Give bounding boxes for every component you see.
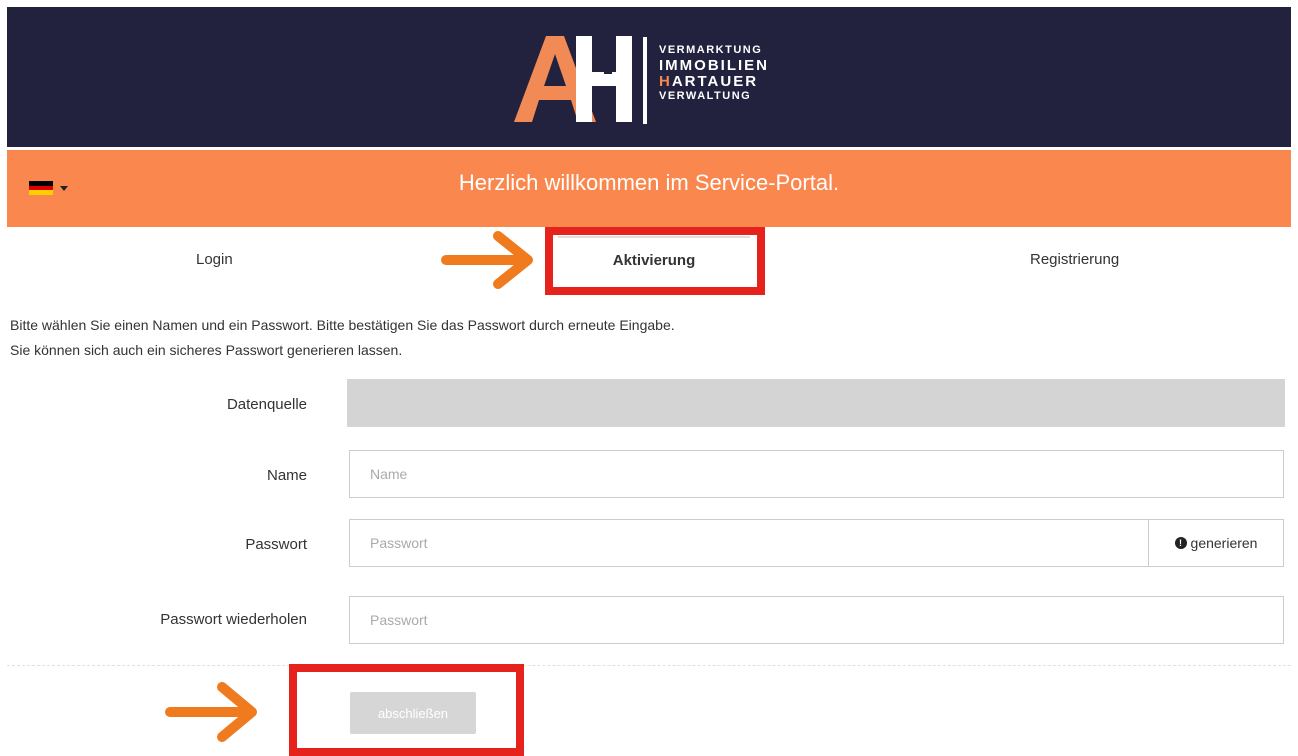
tab-login[interactable]: Login [196, 251, 233, 268]
label-datenquelle: Datenquelle [226, 396, 307, 413]
logo-wordmark: VERMARKTUNG IMMOBILIEN HARTAUER VERWALTU… [659, 45, 769, 102]
highlight-box-tab [545, 227, 765, 295]
datenquelle-field [347, 379, 1285, 427]
intro-line-1: Bitte wählen Sie einen Namen und ein Pas… [10, 317, 675, 333]
generate-label: generieren [1190, 535, 1258, 551]
label-passwort: Passwort [245, 536, 307, 553]
arrow-right-icon [165, 682, 257, 742]
company-logo[interactable]: VERMARKTUNG IMMOBILIEN HARTAUER VERWALTU… [512, 34, 812, 129]
password-input[interactable] [349, 519, 1149, 567]
logo-divider [643, 37, 647, 124]
label-passwort-wiederholen: Passwort wiederholen [160, 611, 307, 628]
logo-line-vermarktung: VERMARKTUNG [659, 44, 763, 56]
password-repeat-input[interactable] [349, 596, 1284, 644]
generate-password-button[interactable]: ! generieren [1148, 519, 1284, 567]
intro-text: Bitte wählen Sie einen Namen und ein Pas… [10, 313, 675, 363]
tab-registrierung[interactable]: Registrierung [1030, 251, 1119, 268]
intro-line-2: Sie können sich auch ein sicheres Passwo… [10, 342, 403, 358]
ah-logo-mark [514, 36, 632, 122]
name-input[interactable] [349, 450, 1284, 498]
logo-line-immobilien: IMMOBILIEN [659, 57, 769, 74]
header-banner: VERMARKTUNG IMMOBILIEN HARTAUER VERWALTU… [7, 7, 1291, 147]
label-name: Name [266, 467, 307, 484]
logo-line-hartauer: HARTAUER [659, 73, 759, 90]
welcome-title: Herzlich willkommen im Service-Portal. [458, 170, 840, 195]
form-divider [7, 665, 1291, 666]
arrow-right-icon [441, 231, 533, 289]
welcome-bar: Herzlich willkommen im Service-Portal. [7, 150, 1291, 227]
info-icon: ! [1174, 537, 1187, 549]
logo-line-verwaltung: VERWALTUNG [659, 90, 752, 102]
highlight-box-submit [289, 664, 524, 756]
